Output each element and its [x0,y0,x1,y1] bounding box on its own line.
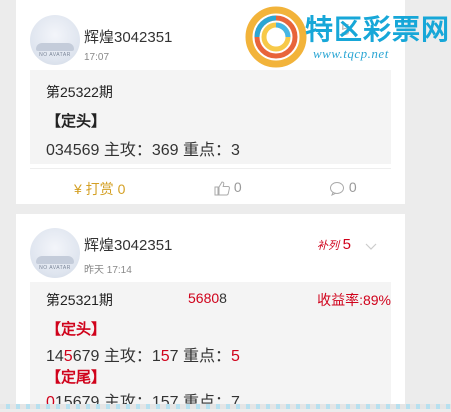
username[interactable]: 辉煌3042351 [84,26,172,47]
streak-badge: 补列 5 [317,236,351,253]
username[interactable]: 辉煌3042351 [84,234,172,255]
site-logo-icon [245,6,307,68]
avatar[interactable]: NO AVATAR [30,15,80,65]
avatar[interactable]: NO AVATAR [30,228,80,278]
divider [30,168,391,169]
thumbs-up-icon [214,181,230,196]
head-numbers-line: 145679 主攻：157 重点：5 [46,348,240,365]
streak-label: 补列 [317,240,339,252]
post-time: 昨天 17:14 [84,265,132,276]
reward-label: ¥ 打赏 0 [74,181,126,197]
period-number: 第25322期 [46,84,113,100]
reward-button[interactable]: ¥ 打赏 0 [74,179,125,199]
prediction-box: 第25322期 【定头】 034569 主攻：369 重点：3 [30,70,391,164]
streak-value: 5 [342,236,351,253]
watermark-url: www.tqcp.net [313,46,389,61]
period-number: 第25321期 [46,292,113,308]
tail-label: 【定尾】 [46,369,107,386]
head-label: 【定头】 [46,321,107,338]
site-watermark: 特区彩票网 www.tqcp.net [243,0,451,78]
post-time: 17:07 [84,52,110,63]
comment-count: 0 [348,179,357,195]
draw-result: 56808 [188,290,227,306]
numbers-line: 034569 主攻：369 重点：3 [46,142,240,159]
bottom-strip [0,404,451,409]
prediction-box: 第25321期 56808 收益率:89% 【定头】 145679 主攻：157… [30,282,391,411]
comment-button[interactable]: 0 [329,179,357,196]
comment-icon [330,181,344,196]
section-label: 【定头】 [46,113,107,130]
chevron-down-icon[interactable] [365,238,377,256]
yield-rate: 收益率:89% [317,292,391,308]
watermark-title: 特区彩票网 [305,14,451,45]
like-count: 0 [233,179,242,195]
like-button[interactable]: 0 [214,179,242,196]
post-card-2: NO AVATAR 辉煌3042351 昨天 17:14 补列 5 第25321… [16,214,405,411]
